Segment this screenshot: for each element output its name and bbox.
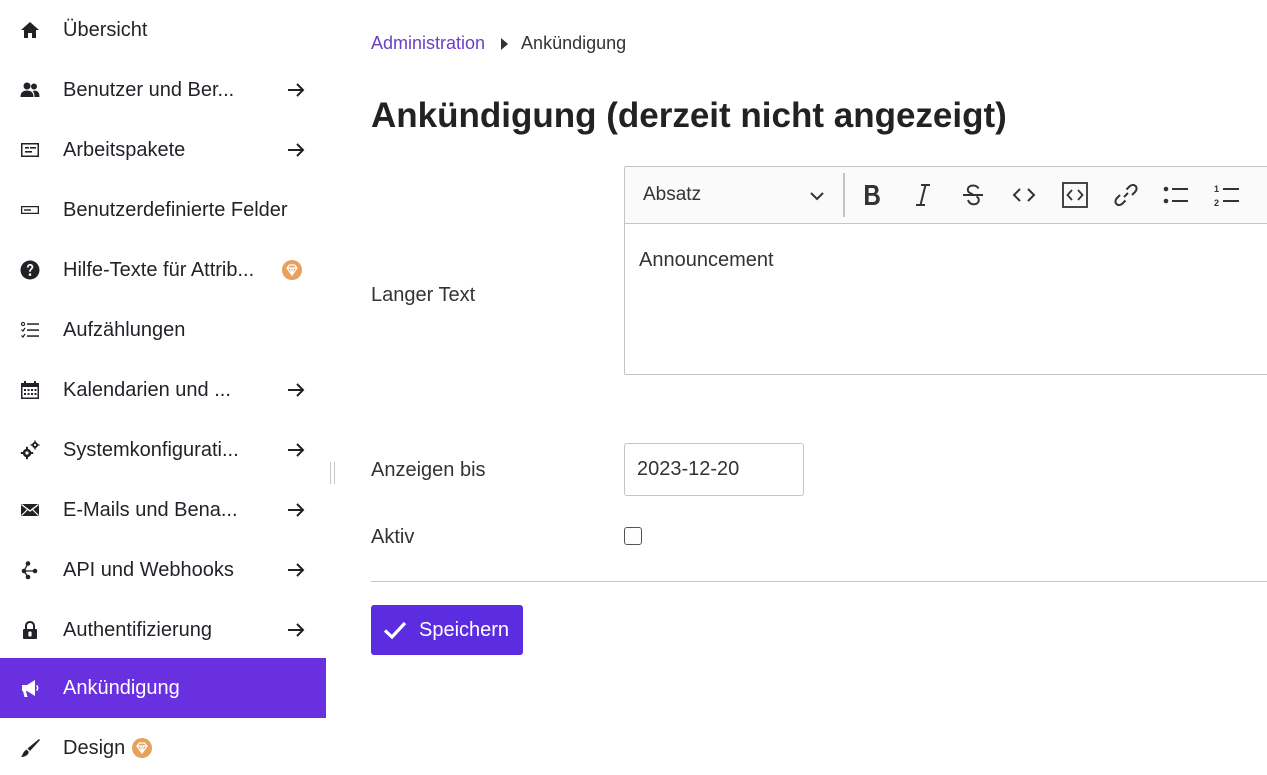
breadcrumb-current: Ankündigung	[521, 33, 627, 53]
sidebar-item-design[interactable]: Design	[0, 718, 326, 775]
sidebar-item-label: Benutzer und Ber...	[63, 78, 235, 101]
save-button-label: Speichern	[419, 618, 510, 641]
work-packages-icon	[18, 138, 42, 162]
save-button[interactable]: Speichern	[371, 605, 523, 655]
enterprise-badge-icon	[132, 738, 152, 758]
link-icon	[1114, 183, 1138, 207]
enumerations-icon	[18, 318, 42, 342]
api-icon	[18, 558, 42, 582]
mail-icon	[18, 498, 42, 522]
sidebar-item-enumerations[interactable]: Aufzählungen	[0, 300, 326, 360]
arrow-right-icon	[284, 438, 308, 462]
code-button[interactable]	[1006, 177, 1042, 213]
sidebar-resize-handle[interactable]	[330, 462, 335, 484]
sidebar-item-label: Kalendarien und ...	[63, 378, 231, 401]
sidebar-item-mail-notifications[interactable]: E-Mails und Bena...	[0, 480, 326, 540]
sidebar-item-label: API und Webhooks	[63, 558, 234, 581]
breadcrumb: Administration Ankündigung	[371, 33, 626, 54]
chevron-down-icon	[810, 192, 824, 201]
sidebar-item-label: Benutzerdefinierte Felder	[63, 198, 288, 221]
sidebar-item-label: Ankündigung	[63, 676, 180, 699]
sidebar-item-announcement[interactable]: Ankündigung	[0, 658, 326, 718]
bulleted-list-button[interactable]	[1158, 177, 1194, 213]
bulleted-list-icon	[1163, 186, 1188, 204]
arrow-right-icon	[284, 618, 308, 642]
form-divider	[371, 581, 1267, 582]
strikethrough-icon	[963, 184, 983, 206]
sidebar-item-users[interactable]: Benutzer und Ber...	[0, 60, 326, 120]
lock-icon	[18, 618, 42, 642]
enterprise-badge-icon	[282, 260, 302, 280]
checkmark-icon	[383, 621, 407, 640]
sidebar-item-label: Design	[63, 736, 126, 759]
sidebar-item-label: Übersicht	[63, 18, 148, 41]
help-icon	[18, 258, 42, 282]
paragraph-format-select[interactable]: Absatz	[625, 167, 843, 223]
breadcrumb-administration-link[interactable]: Administration	[371, 33, 485, 54]
sidebar-item-work-packages[interactable]: Arbeitspakete	[0, 120, 326, 180]
breadcrumb-separator-icon	[501, 37, 509, 50]
megaphone-icon	[18, 676, 42, 700]
italic-icon	[916, 184, 930, 206]
strikethrough-button[interactable]	[955, 177, 991, 213]
svg-text:1: 1	[1214, 184, 1219, 194]
toolbar-divider	[843, 173, 845, 217]
arrow-right-icon	[284, 138, 308, 162]
arrow-right-icon	[284, 498, 308, 522]
show-until-label: Anzeigen bis	[371, 459, 486, 481]
long-text-label: Langer Text	[371, 284, 476, 306]
numbered-list-button[interactable]: 12	[1209, 177, 1245, 213]
code-icon	[1012, 188, 1036, 202]
sidebar-item-label: Hilfe-Texte für Attrib...	[63, 258, 255, 281]
sidebar-item-attribute-help-texts[interactable]: Hilfe-Texte für Attrib...	[0, 240, 326, 300]
numbered-list-icon: 12	[1214, 184, 1239, 208]
show-until-date-input[interactable]	[624, 443, 804, 496]
arrow-right-icon	[284, 378, 308, 402]
rich-text-editor: Absatz 12 Announcement	[624, 166, 1267, 375]
users-icon	[18, 78, 42, 102]
sidebar-item-label: Arbeitspakete	[63, 138, 186, 161]
active-label: Aktiv	[371, 526, 415, 548]
settings-icon	[18, 438, 42, 462]
sidebar-item-system-settings[interactable]: Systemkonfigurati...	[0, 420, 326, 480]
sidebar-item-custom-fields[interactable]: Benutzerdefinierte Felder	[0, 180, 326, 240]
admin-sidebar: Übersicht Benutzer und Ber... Arbeitspak…	[0, 0, 326, 775]
brush-icon	[18, 736, 42, 760]
sidebar-item-calendars[interactable]: Kalendarien und ...	[0, 360, 326, 420]
page-title: Ankündigung (derzeit nicht angezeigt)	[371, 96, 1007, 135]
sidebar-item-label: E-Mails und Bena...	[63, 498, 238, 521]
code-block-button[interactable]	[1057, 177, 1093, 213]
custom-fields-icon	[18, 198, 42, 222]
active-checkbox[interactable]	[624, 527, 642, 545]
sidebar-item-label: Systemkonfigurati...	[63, 438, 239, 461]
sidebar-item-authentication[interactable]: Authentifizierung	[0, 600, 326, 660]
more-toolbar-button[interactable]	[1259, 177, 1267, 213]
sidebar-item-label: Authentifizierung	[63, 618, 212, 641]
svg-text:2: 2	[1214, 198, 1219, 208]
editor-toolbar: Absatz 12	[625, 167, 1267, 224]
link-button[interactable]	[1108, 177, 1144, 213]
arrow-right-icon	[284, 558, 308, 582]
code-block-icon	[1062, 182, 1088, 208]
bold-icon	[865, 185, 880, 205]
bold-button[interactable]	[854, 177, 890, 213]
paragraph-format-value: Absatz	[643, 184, 702, 205]
italic-button[interactable]	[905, 177, 941, 213]
arrow-right-icon	[284, 78, 308, 102]
home-icon	[18, 18, 42, 42]
sidebar-item-label: Aufzählungen	[63, 318, 186, 341]
editor-content[interactable]: Announcement	[639, 249, 774, 272]
sidebar-item-overview[interactable]: Übersicht	[0, 0, 326, 60]
calendar-icon	[18, 378, 42, 402]
sidebar-item-api-webhooks[interactable]: API und Webhooks	[0, 540, 326, 600]
